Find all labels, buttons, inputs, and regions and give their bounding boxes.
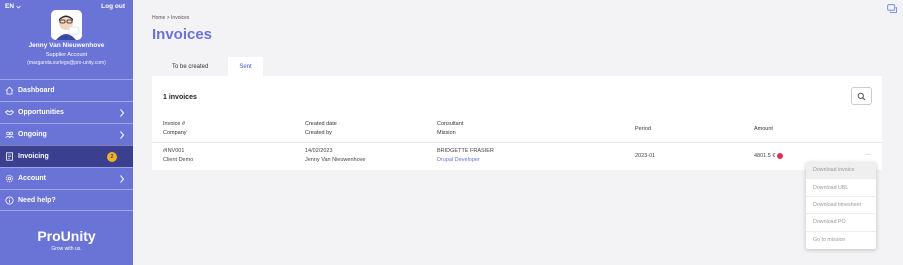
sidebar-item-help[interactable]: Need help? — [0, 189, 133, 211]
table-divider — [152, 142, 882, 143]
cell-amount: 4801.5 € — [754, 152, 784, 161]
sidebar-item-label: Need help? — [18, 196, 56, 204]
header-company: Company — [163, 130, 187, 136]
column-header-invoice: Invoice # Company — [163, 120, 187, 138]
user-email: (margarota.surlegs@pro-unity.com) — [27, 60, 106, 66]
amount-value: 4801.5 € — [754, 153, 776, 159]
sidebar: EN Log out Jenny Van Nieuwenhove Supplie… — [0, 0, 133, 265]
invoice-count: 1 invoices — [163, 94, 197, 101]
notification-badge: 2 — [107, 152, 117, 162]
page-title: Invoices — [152, 26, 213, 43]
sidebar-item-opportunities[interactable]: Opportunities — [0, 101, 133, 123]
sidebar-item-ongoing[interactable]: Ongoing — [0, 123, 133, 145]
brand-tagline: Grow with us. — [51, 246, 82, 252]
sidebar-item-dashboard[interactable]: Dashboard — [0, 79, 133, 101]
cell-created: 14/02/2023 Jenny Van Nieuwenhove — [305, 147, 365, 165]
header-period: Period — [635, 126, 651, 132]
brand-logo: ProUnity — [37, 228, 96, 244]
tab-to-be-created[interactable]: To be created — [152, 57, 228, 76]
language-selector[interactable]: EN — [5, 3, 21, 10]
tab-sent[interactable]: Sent — [228, 57, 263, 76]
handshake-icon — [5, 108, 14, 117]
status-dot — [777, 152, 784, 159]
actions-dropdown: Download invoice Download UBL Download t… — [806, 162, 876, 249]
cell-consultant: BRIDGETTE FRASIER Drupal Developer — [437, 147, 494, 165]
chevron-down-icon — [16, 5, 21, 9]
sidebar-item-account[interactable]: Account — [0, 167, 133, 189]
consultant-name: BRIDGETTE FRASIER — [437, 148, 494, 154]
header-created-date: Created date — [305, 121, 337, 127]
header-invoice: Invoice # — [163, 121, 186, 127]
company-name: Client Demo — [163, 157, 194, 163]
menu-item-download-ubl[interactable]: Download UBL — [806, 179, 876, 197]
period-value: 2023-01 — [635, 153, 656, 159]
cell-invoice: #INV001 Client Demo — [163, 147, 193, 165]
menu-item-download-po[interactable]: Download PO — [806, 214, 876, 232]
column-header-consultant: Consultant Mission — [437, 120, 463, 138]
header-mission: Mission — [437, 130, 456, 136]
header-created-by: Created by — [305, 130, 332, 136]
search-icon — [857, 92, 866, 100]
menu-item-download-invoice[interactable]: Download invoice — [806, 162, 876, 180]
created-by: Jenny Van Nieuwenhove — [305, 157, 366, 163]
invoices-table-card: 1 invoices Invoice # Company Created dat… — [152, 76, 882, 170]
breadcrumb: Home > Invoices — [152, 15, 190, 21]
sidebar-item-label: Ongoing — [18, 131, 47, 138]
avatar — [51, 10, 82, 40]
tab-bar: To be created Sent — [152, 57, 263, 76]
gear-icon — [5, 174, 14, 183]
sidebar-item-label: Account — [18, 175, 46, 182]
sidebar-item-label: Invoicing — [18, 153, 49, 160]
chevron-right-icon — [120, 131, 125, 139]
chevron-right-icon — [120, 109, 125, 117]
people-icon — [5, 130, 14, 139]
user-role: Supplier Account — [45, 52, 88, 58]
sidebar-item-invoicing[interactable]: Invoicing 2 — [0, 145, 133, 167]
menu-item-go-to-mission[interactable]: Go to mission — [806, 232, 876, 249]
logout-link[interactable]: Log out — [101, 3, 125, 10]
menu-item-download-timesheet[interactable]: Download timesheet — [806, 197, 876, 215]
sidebar-item-label: Dashboard — [18, 87, 55, 94]
column-header-created: Created date Created by — [305, 120, 337, 138]
created-date: 14/02/2023 — [305, 148, 333, 154]
document-icon — [5, 152, 14, 161]
home-icon — [5, 86, 14, 95]
mission-link[interactable]: Drupal Developer — [437, 156, 494, 165]
invoice-number: #INV001 — [163, 148, 185, 154]
sidebar-item-label: Opportunities — [18, 109, 64, 116]
header-consultant: Consultant — [437, 121, 464, 127]
language-label: EN — [5, 3, 15, 10]
search-button[interactable] — [851, 87, 872, 105]
info-icon — [5, 196, 14, 205]
chat-icon[interactable] — [887, 4, 898, 15]
sidebar-nav: Dashboard Opportunities Ongoing Invoicin… — [0, 79, 133, 211]
chevron-right-icon — [120, 175, 125, 183]
user-name: Jenny Van Nieuwenhove — [28, 42, 105, 49]
more-actions-button[interactable]: ... — [865, 150, 871, 157]
header-amount: Amount — [754, 126, 773, 132]
